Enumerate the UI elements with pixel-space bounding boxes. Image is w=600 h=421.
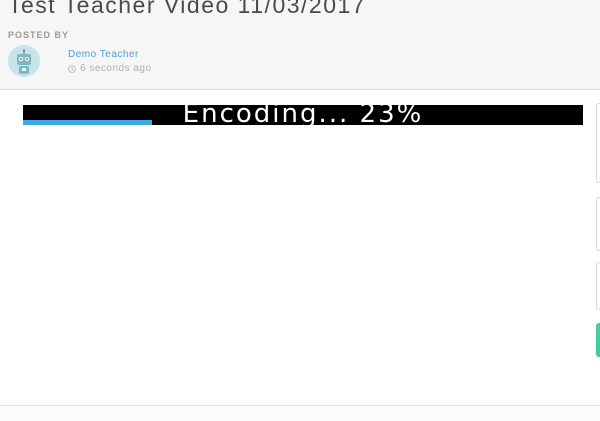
encoding-status-text: Encoding... 23% bbox=[182, 105, 424, 125]
side-panel-tab-2[interactable] bbox=[596, 197, 600, 251]
side-panel-tab-3[interactable] bbox=[596, 262, 600, 310]
posted-by-label: POSTED BY bbox=[8, 30, 70, 40]
author-link[interactable]: Demo Teacher bbox=[68, 49, 139, 60]
robot-avatar-icon[interactable] bbox=[8, 45, 40, 77]
post-timestamp: 6 seconds ago bbox=[68, 63, 152, 74]
side-panel-tab-1[interactable] bbox=[596, 103, 600, 183]
clock-icon bbox=[68, 64, 76, 73]
post-time-text: 6 seconds ago bbox=[80, 63, 152, 74]
footer-divider bbox=[0, 405, 600, 421]
post-header: Test Teacher Video 11/03/2017 POSTED BY … bbox=[0, 0, 600, 90]
video-title: Test Teacher Video 11/03/2017 bbox=[8, 0, 367, 18]
video-player[interactable]: Encoding... 23% bbox=[23, 105, 583, 125]
side-panel-tab-active[interactable] bbox=[596, 323, 600, 357]
